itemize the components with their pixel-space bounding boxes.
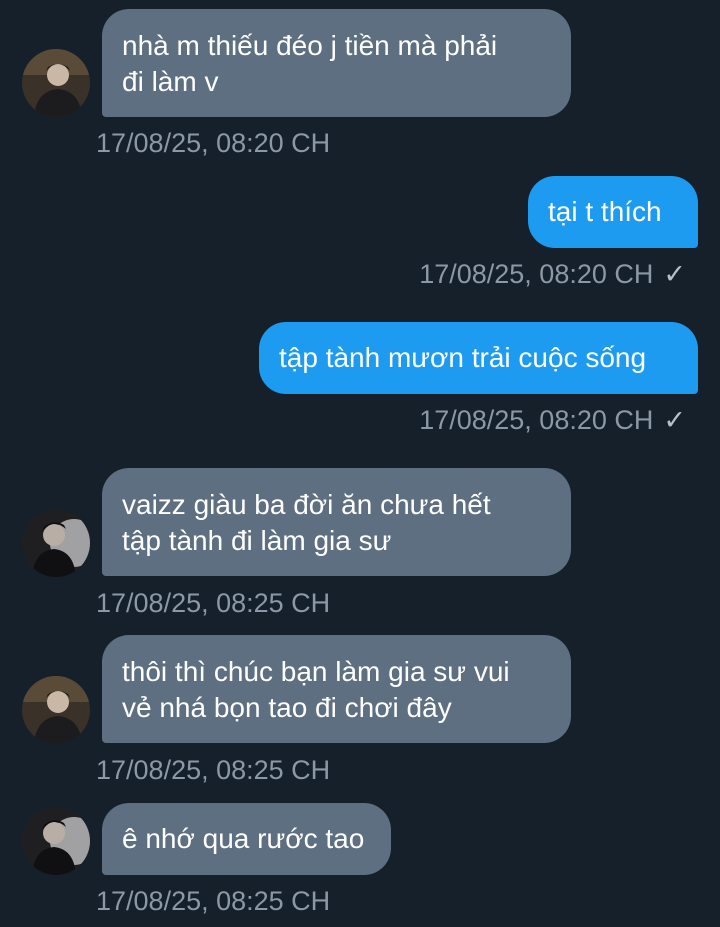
message-bubble-incoming[interactable]: nhà m thiếu đéo j tiền mà phải đi làm v [102,9,571,117]
message-text: thôi thì chúc bạn làm gia sư vui [122,656,510,687]
message-timestamp-row: 17/08/25, 08:20 CH ✓ [419,258,686,290]
message-text: tập tành đi làm gia sư [122,525,392,556]
checkmark-icon: ✓ [663,405,686,435]
message-timestamp: 17/08/25, 08:25 CH [96,588,331,618]
message-timestamp: 17/08/25, 08:25 CH [96,886,331,916]
message-bubble-incoming[interactable]: ê nhớ qua rước tao [102,803,391,875]
sender-avatar[interactable] [22,49,90,117]
message-text: đi làm v [122,66,219,97]
user-avatar-icon [22,49,90,117]
sender-avatar[interactable] [22,676,90,744]
message-timestamp-row: 17/08/25, 08:20 CH ✓ [419,404,686,436]
message-text: tại t thích [548,196,662,227]
message-text: vẻ nhá bọn tao đi chơi đây [122,692,452,723]
message-text: ê nhớ qua rước tao [122,823,365,854]
message-text: tập tành mươn trải cuộc sống [279,342,647,373]
message-bubble-outgoing[interactable]: tập tành mươn trải cuộc sống [259,322,698,394]
message-bubble-incoming[interactable]: vaizz giàu ba đời ăn chưa hết tập tành đ… [102,468,571,576]
user-avatar-icon [22,676,90,744]
sender-avatar[interactable] [22,807,90,875]
user-avatar-icon [22,509,90,577]
message-bubble-outgoing[interactable]: tại t thích [528,176,698,248]
sender-avatar[interactable] [22,509,90,577]
message-timestamp: 17/08/25, 08:20 CH [419,259,654,289]
message-timestamp: 17/08/25, 08:20 CH [96,128,331,158]
user-avatar-icon [22,807,90,875]
message-bubble-incoming[interactable]: thôi thì chúc bạn làm gia sư vui vẻ nhá … [102,635,571,743]
message-timestamp: 17/08/25, 08:20 CH [419,405,654,435]
message-text: vaizz giàu ba đời ăn chưa hết [122,489,491,520]
checkmark-icon: ✓ [663,259,686,289]
message-timestamp: 17/08/25, 08:25 CH [96,755,331,785]
message-text: nhà m thiếu đéo j tiền mà phải [122,30,498,61]
